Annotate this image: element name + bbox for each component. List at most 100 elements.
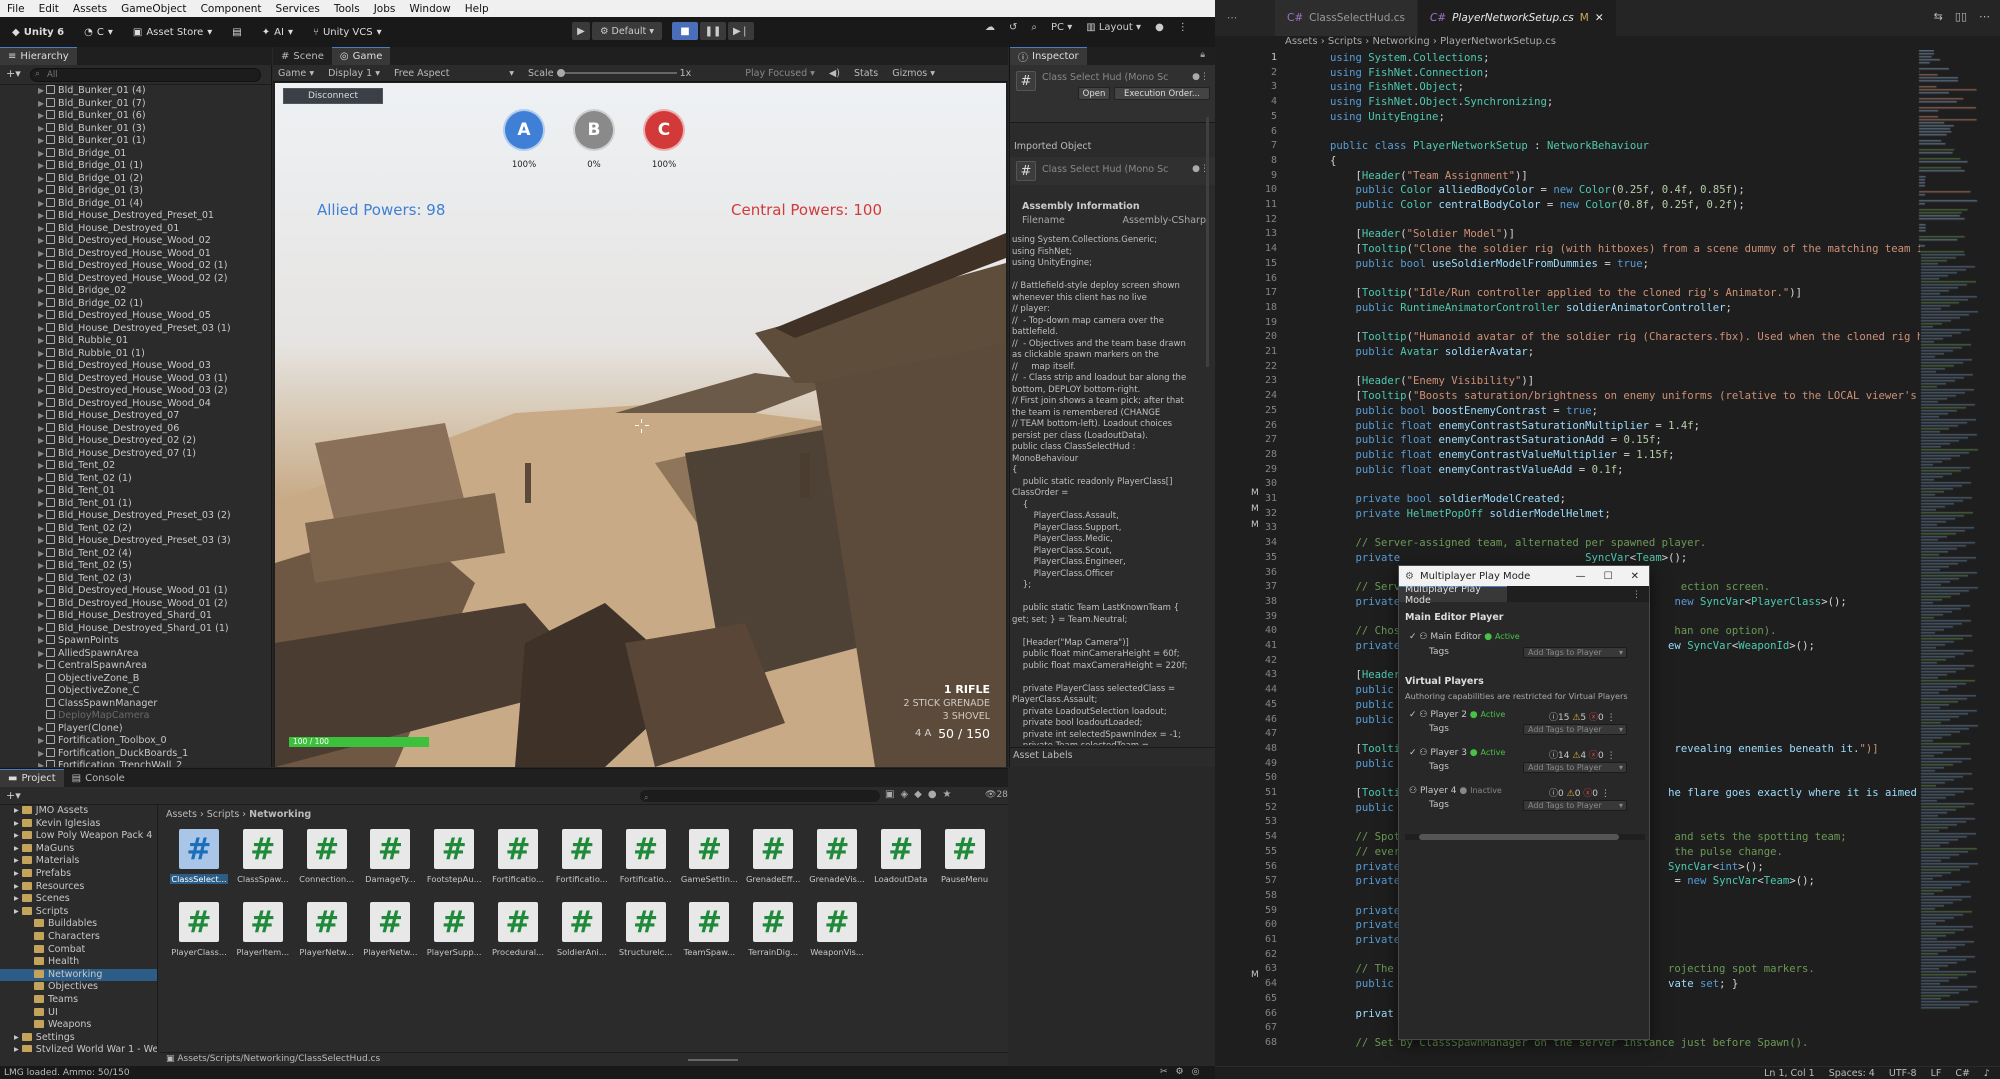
hierarchy-item[interactable]: ▶ Bld_House_Destroyed_Preset_01 <box>0 210 271 223</box>
script-asset[interactable]: # PlayerSupp... <box>425 902 483 972</box>
folder-item-maguns[interactable]: ▸ MaGuns <box>0 843 157 856</box>
search-icon[interactable]: ⌕ <box>1031 22 1037 33</box>
stats-toggle[interactable]: Stats <box>854 68 878 79</box>
chevron-right-icon[interactable]: ▶ <box>38 285 44 298</box>
script-asset[interactable]: # PlayerNetw... <box>298 902 356 972</box>
hierarchy-item[interactable]: ▶ Bld_Destroyed_House_Wood_03 (2) <box>0 385 271 398</box>
hierarchy-item[interactable]: ▶ Bld_House_Destroyed_07 (1) <box>0 447 271 461</box>
hierarchy-item[interactable]: ▶ Bld_Bunker_01 (4) <box>0 85 271 98</box>
project-search-input[interactable]: ⌕ <box>640 790 880 802</box>
execution-order-button[interactable]: Execution Order... <box>1114 87 1210 100</box>
game-mode-dropdown[interactable]: Game ▾ <box>278 68 314 79</box>
chevron-right-icon[interactable]: ▶ <box>38 298 44 311</box>
hierarchy-item[interactable]: ▶ Bld_Bridge_01 (2) <box>0 172 271 186</box>
tab-game[interactable]: ◎ Game <box>331 47 391 65</box>
hierarchy-item[interactable]: ▶ Bld_House_Destroyed_Preset_03 (3) <box>0 535 271 548</box>
script-asset[interactable]: # Connection... <box>298 829 356 899</box>
hierarchy-item[interactable]: ▶ Bld_Bunker_01 (6) <box>0 110 271 123</box>
breadcrumb-item[interactable]: PlayerNetworkSetup.cs <box>1440 36 1556 47</box>
aspect-dropdown[interactable]: Free Aspect ▾ <box>394 68 514 79</box>
script-asset[interactable]: # LoadoutData <box>872 829 930 899</box>
hierarchy-item[interactable]: ▶ Bld_Rubble_01 (1) <box>0 347 271 361</box>
menu-item-tools[interactable]: Tools <box>327 3 367 15</box>
hierarchy-item[interactable]: ▶ Bld_Tent_01 (1) <box>0 497 271 511</box>
script-asset[interactable]: # PlayerItem... <box>234 902 292 972</box>
hierarchy-item[interactable]: ▶ Bld_House_Destroyed_Preset_03 (2) <box>0 510 271 523</box>
hierarchy-item[interactable]: DeployMapCamera <box>0 710 271 723</box>
scale-slider[interactable]: Scale 1x <box>528 68 691 79</box>
hierarchy-item[interactable]: ▶ Bld_Tent_01 <box>0 485 271 498</box>
pause-button[interactable]: ❚❚ <box>700 22 726 40</box>
status-item[interactable]: Ln 1, Col 1 <box>1764 1068 1815 1079</box>
menu-item-gameobject[interactable]: GameObject <box>114 3 193 15</box>
script-asset[interactable]: # Procedural... <box>489 902 547 972</box>
hierarchy-item[interactable]: ▶ Bld_House_Destroyed_Preset_03 (1) <box>0 322 271 336</box>
menu-item-help[interactable]: Help <box>458 3 496 15</box>
hierarchy-item[interactable]: ▶ Bld_House_Destroyed_06 <box>0 422 271 436</box>
script-asset[interactable]: # GameSettin... <box>680 829 738 899</box>
minimap[interactable] <box>1915 50 1985 1050</box>
chevron-right-icon[interactable]: ▶ <box>38 198 44 211</box>
tab-playernetworksetup[interactable]: C# PlayerNetworkSetup.cs M ✕ <box>1417 0 1617 36</box>
tab-classselecthud[interactable]: C# ClassSelectHud.cs <box>1275 0 1418 36</box>
hierarchy-item[interactable]: ClassSpawnManager <box>0 697 271 711</box>
chevron-right-icon[interactable]: ▶ <box>38 373 44 386</box>
chevron-right-icon[interactable]: ▶ <box>38 385 44 398</box>
chevron-right-icon[interactable]: ▶ <box>38 348 44 361</box>
status-item[interactable]: LF <box>1931 1068 1942 1079</box>
status-item[interactable]: C# <box>1955 1068 1970 1079</box>
tab-scene[interactable]: # Scene <box>273 47 332 65</box>
main-tags-dropdown[interactable]: Add Tags to Player ▾ <box>1523 647 1627 658</box>
more-icon[interactable]: ⋯ <box>1979 10 1990 23</box>
filter-icons[interactable]: ▣◈◆●★ <box>885 789 958 800</box>
chevron-right-icon[interactable]: ▶ <box>38 723 44 736</box>
inspector-scrollbar[interactable] <box>1206 117 1209 367</box>
script-asset[interactable]: # Fortificatio... <box>617 829 675 899</box>
disconnect-button[interactable]: Disconnect <box>283 88 383 104</box>
chevron-right-icon[interactable]: ▶ <box>38 360 44 373</box>
hierarchy-item[interactable]: ▶ SpawnPoints <box>0 635 271 648</box>
chevron-right-icon[interactable]: ▶ <box>38 648 44 661</box>
script-asset[interactable]: # DamageTy... <box>361 829 419 899</box>
chevron-right-icon[interactable]: ▶ <box>38 310 44 323</box>
folder-item-low-poly-weapon-pack-4[interactable]: ▸ Low Poly Weapon Pack 4 <box>0 830 157 843</box>
chevron-right-icon[interactable]: ▶ <box>38 635 44 648</box>
hierarchy-item[interactable]: ▶ Bld_Destroyed_House_Wood_04 <box>0 397 271 411</box>
hierarchy-item[interactable]: ▶ Player(Clone) <box>0 722 271 736</box>
folder-item-stylized-world-war-1-we[interactable]: ▸ Stylized World War 1 - We <box>0 1044 157 1052</box>
chevron-right-icon[interactable]: ▸ <box>14 830 22 841</box>
chevron-right-icon[interactable]: ▶ <box>38 610 44 623</box>
player-tags-dropdown[interactable]: Add Tags to Player ▾ <box>1523 762 1627 773</box>
cloud-icon[interactable]: ☁ <box>985 22 995 33</box>
chevron-right-icon[interactable]: ▸ <box>14 881 22 892</box>
hierarchy-item[interactable]: ▶ Bld_Destroyed_House_Wood_03 <box>0 360 271 373</box>
chevron-right-icon[interactable]: ▸ <box>14 893 22 904</box>
chevron-right-icon[interactable]: ▶ <box>38 660 44 673</box>
more-icon[interactable]: ⋮ <box>1604 751 1616 761</box>
chevron-right-icon[interactable]: ▶ <box>38 98 44 111</box>
chevron-right-icon[interactable]: ▶ <box>38 485 44 498</box>
menu-item-component[interactable]: Component <box>194 3 269 15</box>
chevron-right-icon[interactable]: ▶ <box>38 535 44 548</box>
hierarchy-item[interactable]: ▶ Fortification_Toolbox_0 <box>0 735 271 748</box>
menu-item-jobs[interactable]: Jobs <box>367 3 403 15</box>
chevron-right-icon[interactable]: ▶ <box>38 273 44 286</box>
folder-item-materials[interactable]: ▸ Materials <box>0 855 157 868</box>
folder-item-buildables[interactable]: Buildables <box>0 918 157 931</box>
menu-item-edit[interactable]: Edit <box>32 3 66 15</box>
script-asset[interactable]: # WeaponVis... <box>808 902 866 972</box>
hierarchy-item[interactable]: ▶ Bld_Tent_02 (3) <box>0 572 271 586</box>
hierarchy-item[interactable]: ▶ Bld_Tent_02 (1) <box>0 472 271 486</box>
asset-store-button[interactable]: ▣ Asset Store ▾ <box>127 23 218 41</box>
add-icon[interactable]: +▾ <box>6 789 21 802</box>
hierarchy-item[interactable]: ▶ Bld_House_Destroyed_Shard_01 <box>0 610 271 623</box>
chevron-right-icon[interactable]: ▶ <box>38 223 44 236</box>
more-icon[interactable]: ⋮ <box>1598 789 1610 799</box>
breadcrumb-item[interactable]: Scripts <box>1328 36 1362 47</box>
script-asset[interactable]: # Fortificatio... <box>553 829 611 899</box>
mppm-scrollbar[interactable] <box>1405 834 1645 840</box>
bell-icon[interactable]: ♪ <box>1984 1068 1990 1079</box>
split-editor-icon[interactable]: ▯▯ <box>1955 10 1967 23</box>
script-asset[interactable]: # GrenadeVis... <box>808 829 866 899</box>
script-asset[interactable]: # GrenadeEff... <box>744 829 802 899</box>
